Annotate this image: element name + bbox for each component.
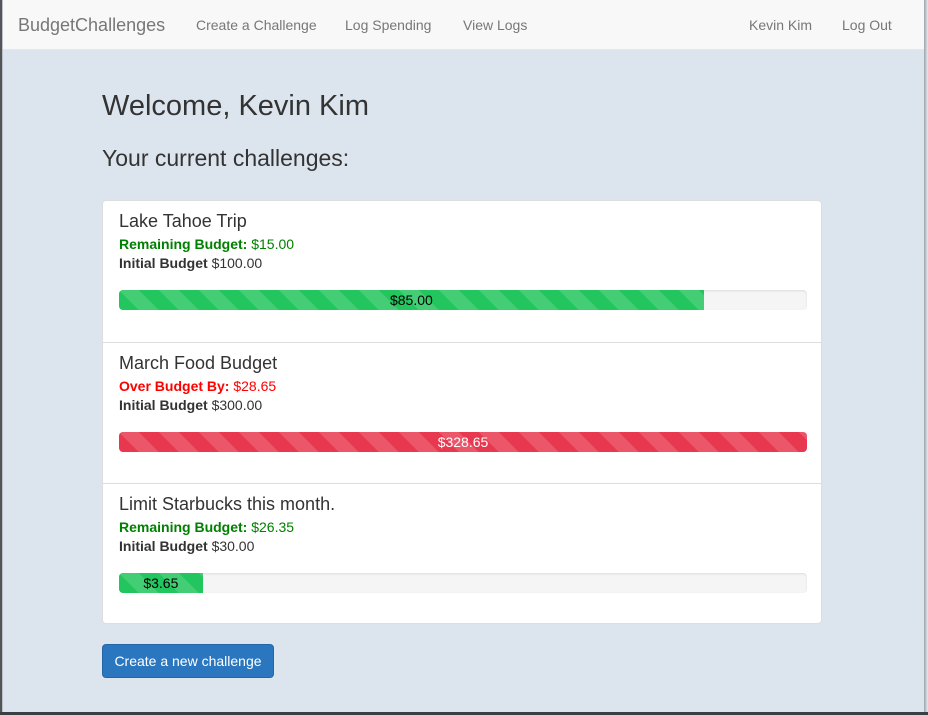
status-label: Over Budget By: (119, 378, 230, 394)
progress-bar-fill: $85.00 (119, 290, 704, 310)
challenge-title: Lake Tahoe Trip (119, 211, 247, 231)
challenge-status-line: Remaining Budget: $15.00 (119, 236, 294, 252)
status-value: $26.35 (251, 519, 295, 535)
brand-link[interactable]: BudgetChallenges (18, 15, 165, 35)
initial-value: $30.00 (211, 538, 255, 554)
challenge-initial-line: Initial Budget $300.00 (119, 397, 262, 413)
spending-progress: $328.65 (119, 432, 807, 452)
challenge-title: Limit Starbucks this month. (119, 494, 336, 514)
challenge-initial-line: Initial Budget $30.00 (119, 538, 254, 554)
app-window: BudgetChallenges Create a Challenge Log … (2, 0, 924, 712)
spending-progress: $3.65 (119, 573, 807, 593)
status-label: Remaining Budget: (119, 236, 248, 252)
spending-progress: $85.00 (119, 290, 807, 310)
initial-label: Initial Budget (119, 538, 208, 554)
nav-view-logs[interactable]: View Logs (463, 17, 527, 33)
challenge-initial-line: Initial Budget $100.00 (119, 255, 262, 271)
challenge-title: March Food Budget (119, 353, 278, 373)
challenge-item: Limit Starbucks this month. Remaining Bu… (103, 483, 821, 624)
nav-log-spending[interactable]: Log Spending (345, 17, 431, 33)
status-value: $28.65 (233, 378, 277, 394)
initial-label: Initial Budget (119, 397, 208, 413)
status-label: Remaining Budget: (119, 519, 248, 535)
nav-create-challenge[interactable]: Create a Challenge (196, 17, 317, 33)
status-value: $15.00 (251, 236, 295, 252)
progress-bar-fill: $3.65 (119, 573, 203, 593)
welcome-heading: Welcome, Kevin Kim (102, 90, 369, 122)
initial-value: $300.00 (211, 397, 263, 413)
create-challenge-button[interactable]: Create a new challenge (102, 644, 274, 678)
nav-log-out[interactable]: Log Out (842, 17, 892, 33)
progress-bar-fill: $328.65 (119, 432, 807, 452)
challenge-item: March Food Budget Over Budget By: $28.65… (103, 342, 821, 483)
challenge-status-line: Remaining Budget: $26.35 (119, 519, 294, 535)
challenges-list: Lake Tahoe Trip Remaining Budget: $15.00… (102, 200, 822, 624)
window-edge (924, 0, 928, 715)
navbar: BudgetChallenges Create a Challenge Log … (3, 0, 924, 50)
initial-label: Initial Budget (119, 255, 208, 271)
challenges-heading: Your current challenges: (102, 145, 350, 171)
initial-value: $100.00 (211, 255, 263, 271)
challenge-item: Lake Tahoe Trip Remaining Budget: $15.00… (103, 201, 821, 342)
challenge-status-line: Over Budget By: $28.65 (119, 378, 276, 394)
nav-user-name[interactable]: Kevin Kim (749, 17, 812, 33)
